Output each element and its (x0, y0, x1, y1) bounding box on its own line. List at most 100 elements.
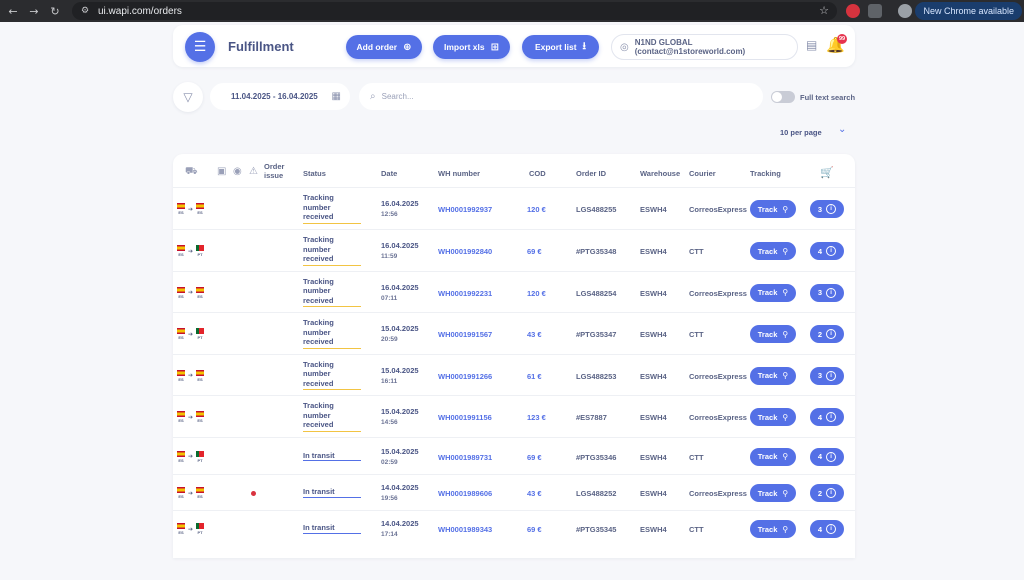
wh-number-link[interactable]: WH0001992937 (438, 205, 492, 214)
table-row[interactable]: ES ➔ ES Tracking number received 15.04.2025 1… (173, 354, 855, 395)
note-icon: ▣ (217, 166, 227, 177)
table-row[interactable]: ES ➔ ES In transit 14.04.2025 19:56 WH00019896… (173, 474, 855, 510)
search-input[interactable] (381, 92, 742, 101)
status-label[interactable]: In transit (303, 523, 361, 534)
status-label[interactable]: Tracking number received (303, 193, 361, 224)
table-row[interactable]: ES ➔ PT In transit 15.04.2025 02:59 WH00019897… (173, 437, 855, 474)
wh-number-link[interactable]: WH0001992231 (438, 289, 492, 298)
header-courier[interactable]: Courier (689, 169, 716, 178)
export-list-button[interactable]: Export list ⭳ (522, 35, 599, 59)
menu-button[interactable]: ☰ (185, 32, 215, 62)
import-xls-button[interactable]: Import xls ⊞ (433, 35, 510, 59)
profile-avatar[interactable] (898, 4, 912, 18)
add-order-button[interactable]: Add order ⊕ (346, 35, 422, 59)
location-pin-icon: ⚲ (782, 488, 789, 498)
track-label: Track (757, 524, 778, 534)
item-count-button[interactable]: 3i (810, 366, 844, 385)
status-label[interactable]: In transit (303, 487, 361, 498)
arrow-right-icon: ➔ (188, 489, 194, 497)
document-icon[interactable]: ▤ (806, 38, 820, 54)
item-count: 2 (817, 329, 823, 339)
table-row[interactable]: ES ➔ ES Tracking number received 16.04.2025 0… (173, 271, 855, 312)
table-row[interactable]: ES ➔ ES Tracking number received 16.04.2025 1… (173, 187, 855, 229)
item-count-button[interactable]: 2i (810, 325, 844, 343)
status-label[interactable]: Tracking number received (303, 401, 361, 432)
order-date: 14.04.2025 17:14 (381, 519, 419, 540)
header-date[interactable]: Date (381, 169, 397, 178)
item-count-button[interactable]: 4i (810, 520, 844, 538)
track-button[interactable]: Track ⚲ (750, 366, 796, 385)
route-flags: ES ➔ ES (176, 411, 205, 423)
wh-number-link[interactable]: WH0001991266 (438, 372, 492, 381)
reload-icon[interactable]: ↻ (47, 3, 63, 19)
wh-number-link[interactable]: WH0001989731 (438, 453, 492, 462)
site-settings-icon[interactable]: ⚙ (78, 4, 92, 18)
track-button[interactable]: Track ⚲ (750, 484, 796, 502)
track-button[interactable]: Track ⚲ (750, 200, 796, 218)
order-date-time: 07:11 (381, 294, 398, 302)
header-status[interactable]: Status (303, 169, 326, 178)
forward-icon[interactable]: → (26, 3, 42, 19)
extensions-puzzle-icon[interactable] (868, 4, 882, 18)
flag-to-code: PT (197, 530, 203, 535)
wh-number-link[interactable]: WH0001991567 (438, 330, 492, 339)
header-cod[interactable]: COD (529, 169, 546, 178)
arrow-right-icon: ➔ (188, 372, 194, 379)
item-count-button[interactable]: 4i (810, 408, 844, 426)
status-label[interactable]: In transit (303, 451, 361, 461)
order-issue-dot[interactable] (251, 491, 256, 496)
item-count-button[interactable]: 3i (810, 200, 844, 218)
header-warehouse[interactable]: Warehouse (640, 169, 680, 178)
extension-icon[interactable] (846, 4, 860, 18)
track-button[interactable]: Track ⚲ (750, 283, 796, 302)
order-date-day: 16.04.2025 (381, 199, 419, 208)
back-icon[interactable]: ← (5, 3, 21, 19)
track-button[interactable]: Track ⚲ (750, 408, 796, 426)
item-count-button[interactable]: 2i (810, 484, 844, 502)
order-date: 15.04.2025 02:59 (381, 447, 419, 468)
status-label[interactable]: Tracking number received (303, 360, 361, 390)
wh-number-link[interactable]: WH0001991156 (438, 413, 492, 422)
status-label[interactable]: Tracking number received (303, 318, 361, 349)
wh-number-link[interactable]: WH0001989343 (438, 525, 492, 534)
track-button[interactable]: Track ⚲ (750, 242, 796, 260)
location-pin-icon: ⚲ (782, 412, 789, 422)
status-label[interactable]: Tracking number received (303, 235, 361, 266)
header-wh-number[interactable]: WH number (438, 169, 480, 178)
per-page-select[interactable]: 10 per page (780, 128, 822, 137)
search-box[interactable]: ⌕ (359, 83, 763, 110)
date-range-picker[interactable]: 11.04.2025 - 16.04.2025 ▦ (210, 83, 350, 110)
bookmark-star-icon[interactable]: ☆ (819, 4, 829, 17)
table-row[interactable]: ES ➔ ES Tracking number received 15.04.2025 1… (173, 395, 855, 437)
location-pin-icon: ⚲ (782, 524, 789, 534)
track-button[interactable]: Track ⚲ (750, 325, 796, 343)
item-count: 3 (817, 371, 823, 380)
warehouse-code: ESWH4 (640, 330, 667, 339)
filter-button[interactable]: ▽ (173, 82, 203, 112)
table-row[interactable]: ES ➔ PT In transit 14.04.2025 17:14 WH00019893… (173, 510, 855, 546)
track-button[interactable]: Track ⚲ (750, 447, 796, 466)
wh-number-link[interactable]: WH0001992840 (438, 247, 492, 256)
account-selector[interactable]: ◎ N1ND GLOBAL (contact@n1storeworld.com) (611, 34, 798, 60)
item-count-button[interactable]: 4i (810, 447, 844, 466)
order-id: #PTG35347 (576, 330, 617, 339)
wh-number-link[interactable]: WH0001989606 (438, 489, 492, 498)
info-icon: i (826, 246, 837, 256)
table-row[interactable]: ES ➔ PT Tracking number received 16.04.2025 1… (173, 229, 855, 271)
address-bar[interactable]: ⚙ ui.wapi.com/orders ☆ (72, 2, 837, 20)
status-label[interactable]: Tracking number received (303, 277, 361, 307)
full-text-search-toggle[interactable] (771, 91, 795, 103)
header-order-id[interactable]: Order ID (576, 169, 606, 178)
chevron-down-icon[interactable]: ⌄ (838, 124, 846, 135)
order-id: #PTG35348 (576, 247, 617, 256)
track-button[interactable]: Track ⚲ (750, 520, 796, 538)
item-count-button[interactable]: 3i (810, 283, 844, 302)
order-date: 16.04.2025 12:56 (381, 199, 419, 220)
new-chrome-available-button[interactable]: New Chrome available (915, 2, 1022, 20)
flag-to-icon (196, 245, 205, 251)
table-row[interactable]: ES ➔ PT Tracking number received 15.04.2025 2… (173, 312, 855, 354)
item-count-button[interactable]: 4i (810, 242, 844, 260)
warehouse-code: ESWH4 (640, 525, 667, 534)
route-flags: ES ➔ ES (176, 369, 205, 382)
order-date-time: 20:59 (381, 336, 398, 343)
